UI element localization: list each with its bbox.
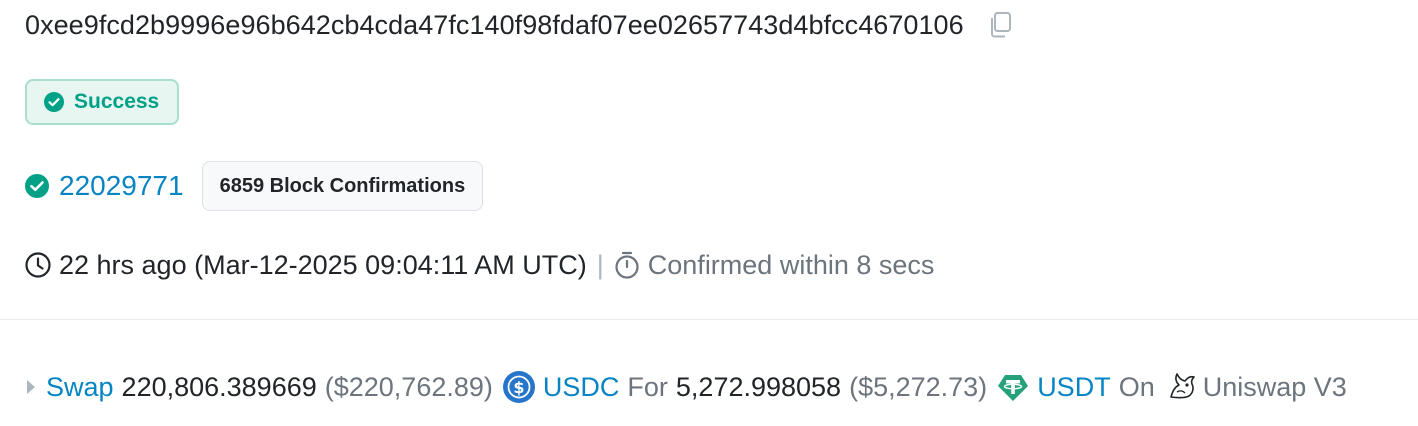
separator: |: [596, 249, 604, 280]
usdt-icon: [997, 371, 1029, 403]
stopwatch-icon: [614, 251, 640, 279]
confirmed-within-text: Confirmed within 8 secs: [647, 249, 935, 280]
block-row: 22029771 6859 Block Confirmations: [25, 161, 484, 211]
dex-name: Uniswap V3: [1202, 371, 1347, 402]
status-badge: Success: [25, 79, 180, 125]
timestamp-row: 22 hrs ago (Mar-12-2025 09:04:11 AM UTC)…: [25, 245, 934, 285]
swap-action-link[interactable]: Swap: [46, 372, 114, 403]
caret-right-icon[interactable]: [25, 379, 37, 395]
amount-out: 5,272.998058: [675, 371, 842, 402]
on-label: On: [1118, 371, 1155, 402]
amount-in-usd: ($220,762.89): [324, 371, 493, 402]
status-row: Success: [25, 79, 180, 125]
check-circle-icon: [25, 174, 49, 198]
divider: [0, 319, 1418, 320]
transaction-action-row: Swap 220,806.389669 ($220,762.89) $ USDC…: [25, 365, 1347, 409]
usdc-icon: $: [502, 371, 535, 403]
timestamp-text: 22 hrs ago (Mar-12-2025 09:04:11 AM UTC): [59, 249, 587, 280]
uniswap-logo-icon: [1167, 370, 1197, 400]
svg-text:$: $: [513, 378, 524, 397]
transaction-hash-row: 0xee9fcd2b9996e96b642cb4cda47fc140f98fda…: [25, 6, 1014, 44]
status-label: Success: [74, 90, 160, 113]
amount-in: 220,806.389669: [121, 371, 317, 402]
transaction-hash: 0xee9fcd2b9996e96b642cb4cda47fc140f98fda…: [25, 9, 964, 40]
amount-out-usd: ($5,272.73): [849, 371, 988, 402]
block-number-link[interactable]: 22029771: [59, 170, 184, 202]
check-circle-icon: [44, 92, 64, 112]
clock-icon: [25, 252, 51, 278]
token-out-link[interactable]: USDT: [1037, 372, 1111, 403]
copy-icon[interactable]: [986, 10, 1014, 40]
token-in-link[interactable]: USDC: [543, 372, 620, 403]
transaction-details: 0xee9fcd2b9996e96b642cb4cda47fc140f98fda…: [0, 0, 1418, 426]
for-label: For: [627, 371, 668, 402]
block-confirmations-badge: 6859 Block Confirmations: [201, 161, 484, 211]
